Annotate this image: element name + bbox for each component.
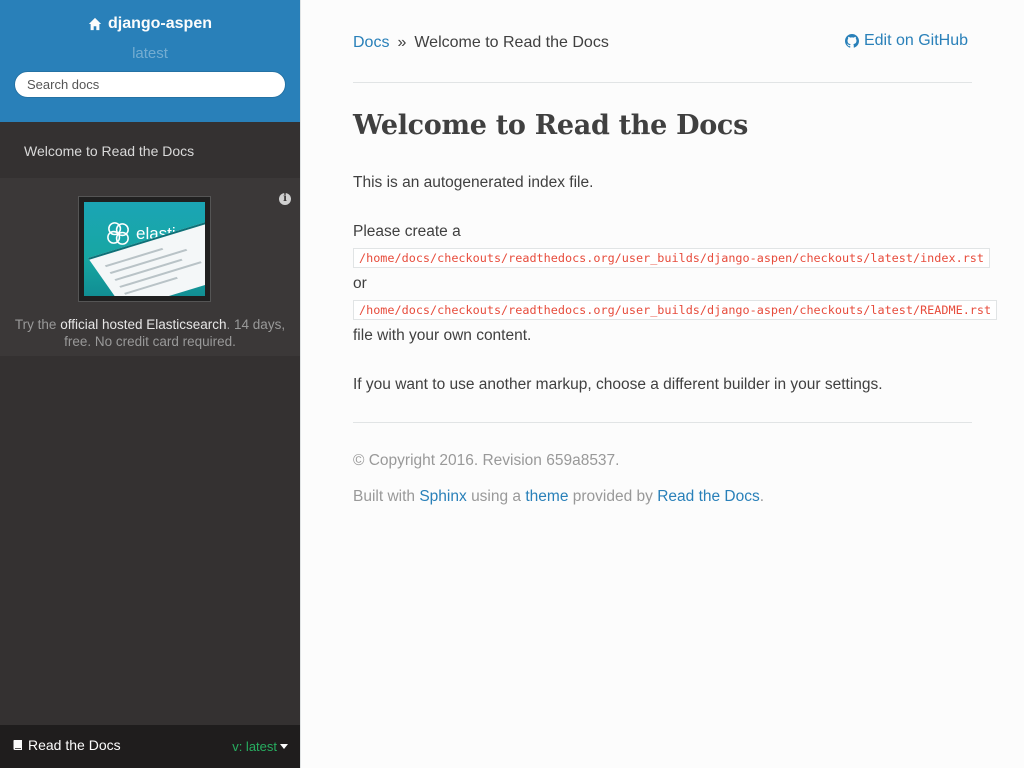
breadcrumb-docs-link[interactable]: Docs <box>353 34 389 52</box>
sidebar-header: django-aspen latest <box>0 0 300 122</box>
built-with-period: . <box>759 488 765 505</box>
paragraph-create: Please create a <box>353 223 461 240</box>
breadcrumb-current: Welcome to Read the Docs <box>414 34 609 51</box>
sidebar-footer: Read the Docs v: latest <box>0 725 300 768</box>
version-label: latest <box>132 45 168 62</box>
ad-link[interactable]: official hosted Elasticsearch <box>60 317 226 332</box>
sidebar: django-aspen latest Welcome to Read the … <box>0 0 300 768</box>
code-index-path: /home/docs/checkouts/readthedocs.org/use… <box>353 248 991 268</box>
main-content: Docs » Welcome to Read the Docs Edit on … <box>300 0 1024 768</box>
header-divider <box>353 82 972 83</box>
built-with-provided: provided by <box>572 488 653 505</box>
project-name: django-aspen <box>107 15 212 32</box>
rtd-label: Read the Docs <box>28 737 121 753</box>
info-icon[interactable]: i <box>279 193 291 205</box>
built-with-prefix: Built with <box>353 488 416 505</box>
ad-image[interactable]: elastic <box>78 196 211 302</box>
code-readme-path: /home/docs/checkouts/readthedocs.org/use… <box>353 300 998 320</box>
footer-divider <box>353 422 972 423</box>
version-selector[interactable]: v: latest <box>232 739 288 754</box>
version-selector-label: v: latest <box>232 739 277 754</box>
paragraph-intro: This is an autogenerated index file. <box>353 174 594 191</box>
elastic-logo-icon <box>107 222 129 245</box>
ad-text-prefix: Try the <box>14 317 61 332</box>
project-home-link[interactable]: django-aspen <box>88 15 212 33</box>
theme-link[interactable]: theme <box>525 488 568 505</box>
built-with: Built with Sphinx using a theme provided… <box>353 488 764 506</box>
sidebar-item-welcome[interactable]: Welcome to Read the Docs <box>0 122 300 178</box>
paragraph-markup: If you want to use another markup, choos… <box>353 376 883 393</box>
edit-on-github-link[interactable]: Edit on GitHub <box>844 32 968 50</box>
copyright: © Copyright 2016. Revision 659a8537. <box>353 452 620 469</box>
book-icon <box>13 740 22 750</box>
github-icon <box>844 34 859 48</box>
rtd-flyout-label[interactable]: Read the Docs <box>12 737 121 753</box>
ad-text: Try the official hosted Elasticsearch. 1… <box>0 316 300 350</box>
paragraph-own-content: file with your own content. <box>353 327 532 344</box>
page-title: Welcome to Read the Docs <box>353 110 748 141</box>
edit-on-github-label: Edit on GitHub <box>863 32 968 49</box>
breadcrumb-separator: » <box>397 34 407 51</box>
sphinx-link[interactable]: Sphinx <box>419 488 466 505</box>
built-with-using: using a <box>471 488 522 505</box>
paragraph-or: or <box>353 275 367 292</box>
search-input[interactable] <box>14 71 286 98</box>
breadcrumb: Docs » Welcome to Read the Docs <box>353 34 609 52</box>
caret-down-icon <box>280 744 288 749</box>
rtd-link[interactable]: Read the Docs <box>657 488 760 505</box>
home-icon <box>88 17 102 31</box>
sponsor-ad: i elastic Try the official hosted Elasti… <box>0 178 300 356</box>
